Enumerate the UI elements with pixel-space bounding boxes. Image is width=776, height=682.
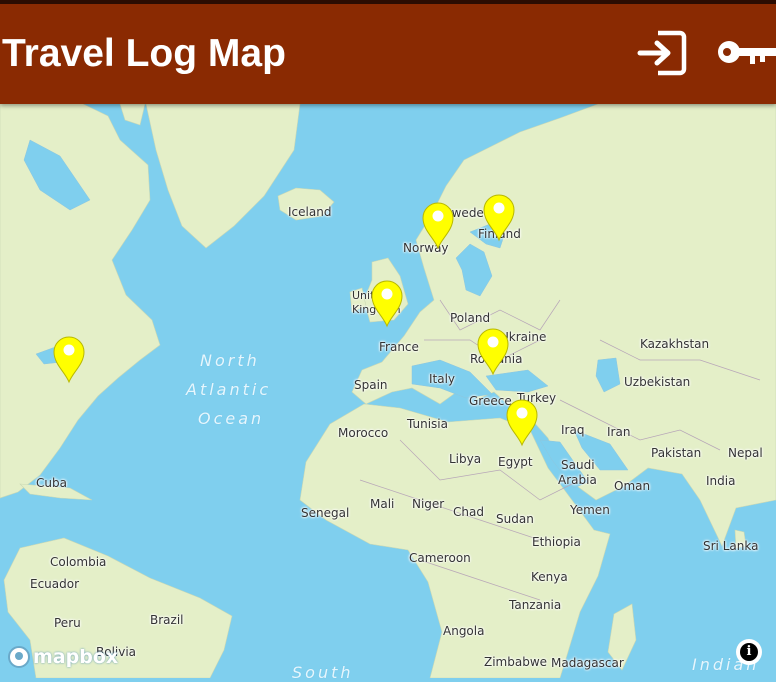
label-pakistan: Pakistan — [651, 446, 702, 460]
label-niger: Niger — [412, 497, 445, 511]
label-ocean-north: North — [200, 351, 260, 370]
label-italy: Italy — [429, 372, 456, 386]
marker-norway[interactable] — [419, 200, 457, 250]
label-india: India — [706, 474, 736, 488]
label-senegal: Senegal — [301, 506, 350, 520]
label-ocean-south: South — [292, 663, 354, 682]
label-arabia: Arabia — [558, 473, 597, 487]
label-france: France — [379, 340, 419, 354]
label-egypt: Egypt — [498, 455, 533, 469]
label-poland: Poland — [450, 311, 491, 325]
marker-united-states[interactable] — [50, 334, 88, 384]
label-mali: Mali — [370, 497, 395, 511]
label-iraq: Iraq — [561, 423, 585, 437]
label-ecuador: Ecuador — [30, 577, 80, 591]
mapbox-logo[interactable]: mapbox — [8, 643, 118, 671]
label-saudi: Saudi — [561, 458, 595, 472]
label-spain: Spain — [354, 378, 388, 392]
label-libya: Libya — [449, 452, 482, 466]
label-ocean-atlantic: Atlantic — [186, 380, 272, 399]
header-top-border — [0, 0, 776, 4]
label-nepal: Nepal — [728, 446, 763, 460]
label-yemen: Yemen — [570, 503, 610, 517]
marker-finland[interactable] — [480, 192, 518, 242]
label-tunisia: Tunisia — [407, 417, 448, 431]
label-tanzania: Tanzania — [509, 598, 562, 612]
label-zimbabwe: Zimbabwe — [484, 655, 548, 669]
label-sudan: Sudan — [496, 512, 534, 526]
label-oman: Oman — [614, 479, 651, 493]
label-morocco: Morocco — [338, 426, 389, 440]
label-angola: Angola — [443, 624, 485, 638]
label-madagascar: Madagascar — [551, 656, 624, 670]
marker-united-kingdom[interactable] — [368, 278, 406, 328]
label-peru: Peru — [54, 616, 81, 630]
label-sri-lanka: Sri Lanka — [703, 539, 759, 553]
marker-romania[interactable] — [474, 326, 512, 376]
label-iran: Iran — [607, 425, 631, 439]
label-kazakhstan: Kazakhstan — [640, 337, 710, 351]
label-uzbekistan: Uzbekistan — [624, 375, 691, 389]
label-ocean-ocean: Ocean — [198, 409, 265, 428]
key-icon[interactable] — [716, 30, 776, 76]
label-cuba: Cuba — [36, 476, 67, 490]
mapbox-logo-icon — [8, 646, 30, 668]
app-header: Travel Log Map — [0, 0, 776, 104]
info-icon: i — [740, 643, 758, 661]
label-iceland: Iceland — [288, 205, 332, 219]
label-brazil: Brazil — [150, 613, 184, 627]
label-ethiopia: Ethiopia — [532, 535, 581, 549]
sign-in-icon[interactable] — [636, 30, 688, 76]
page-title: Travel Log Map — [2, 32, 286, 75]
label-chad: Chad — [453, 505, 484, 519]
label-kenya: Kenya — [531, 570, 568, 584]
info-button[interactable]: i — [736, 639, 762, 665]
marker-egypt[interactable] — [503, 397, 541, 447]
label-cameroon: Cameroon — [409, 551, 471, 565]
mapbox-logo-text: mapbox — [33, 646, 119, 668]
label-colombia: Colombia — [50, 555, 107, 569]
